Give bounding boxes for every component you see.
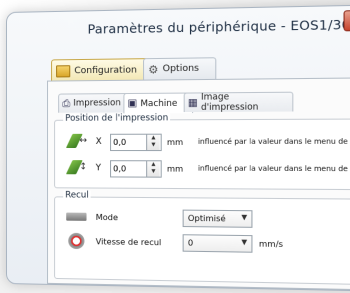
tab-image-impression-label: Image d'impression xyxy=(200,92,259,114)
tab-impression-label: Impression xyxy=(73,98,121,109)
position-x-row: ↔ X ▲▼ mm influencé par la valeur dans l… xyxy=(63,132,350,151)
speed-label: Vitesse de recul xyxy=(95,236,162,247)
tab-configuration-label: Configuration xyxy=(74,64,137,76)
recul-group-label: Recul xyxy=(63,190,91,201)
image-icon: ▦ xyxy=(187,97,198,109)
y-stepper-arrows[interactable]: ▲ ▼ xyxy=(146,160,160,177)
x-offset-icon: ↔ xyxy=(63,133,89,151)
x-offset-stepper[interactable]: ▲▼ xyxy=(110,133,162,151)
mode-select[interactable]: Optimisé ▼ xyxy=(182,209,253,228)
tab-options[interactable]: ⚙ Options xyxy=(143,57,217,80)
x-stepper-arrows[interactable]: ▲ ▼ xyxy=(146,134,160,150)
position-y-row: ↕ Y ▲▼ mm influencé par la valeur dans l… xyxy=(63,159,350,179)
x-offset-input[interactable] xyxy=(111,137,147,147)
tab-configuration[interactable]: Configuration xyxy=(51,58,154,82)
mode-label: Mode xyxy=(95,212,119,222)
mode-row: Mode Optimisé ▼ xyxy=(63,208,253,228)
settings-dialog: Paramètres du périphérique - EOS1/300 - … xyxy=(6,3,350,293)
y-offset-icon: ↕ xyxy=(63,159,89,177)
speed-unit: mm/s xyxy=(258,238,284,249)
background: Paramètres du périphérique - EOS1/300 - … xyxy=(0,0,350,293)
x-unit: mm xyxy=(166,137,184,147)
tab-machine-label: Machine xyxy=(140,98,178,109)
folder-icon xyxy=(56,64,71,77)
speed-gauge-icon xyxy=(63,232,89,251)
x-hint: influencé par la valeur dans le menu de … xyxy=(197,137,350,146)
speed-select-value: 0 xyxy=(187,237,194,248)
configuration-panel: ⎙ Impression ▣ Machine ▦ Image d'impress… xyxy=(47,77,350,291)
y-hint: influencé par la valeur dans le menu de … xyxy=(197,164,350,174)
speed-select[interactable]: 0 ▼ xyxy=(182,233,253,253)
y-offset-input[interactable] xyxy=(111,163,147,174)
gear-icon: ⚙ xyxy=(148,62,159,76)
y-offset-stepper[interactable]: ▲▼ xyxy=(110,159,162,178)
tab-image-impression[interactable]: ▦ Image d'impression xyxy=(183,91,294,114)
tab-impression[interactable]: ⎙ Impression xyxy=(58,92,133,113)
tab-machine[interactable]: ▣ Machine xyxy=(123,92,194,114)
title-bar[interactable]: Paramètres du périphérique - EOS1/300 - … xyxy=(7,5,350,47)
mode-select-value: Optimisé xyxy=(187,213,226,223)
chevron-down-icon: ▼ xyxy=(241,237,248,246)
retract-mode-icon xyxy=(63,208,89,226)
speed-row: Vitesse de recul 0 ▼ mm/s xyxy=(63,232,298,254)
x-label: X xyxy=(95,136,102,147)
chevron-down-icon: ▼ xyxy=(241,212,248,222)
machine-icon: ▣ xyxy=(127,98,138,110)
printer-icon: ⎙ xyxy=(62,98,71,110)
close-button[interactable] xyxy=(343,9,350,32)
tab-options-label: Options xyxy=(162,63,200,75)
y-unit: mm xyxy=(166,163,184,174)
position-group: Position de l'impression ↔ X ▲▼ mm influ… xyxy=(54,113,350,191)
position-group-label: Position de l'impression xyxy=(63,113,171,124)
recul-group: Recul Mode Optimisé ▼ Vitesse de recul 0… xyxy=(54,190,350,286)
window-title: Paramètres du périphérique - EOS1/300 - … xyxy=(87,15,350,37)
y-label: Y xyxy=(95,163,102,174)
